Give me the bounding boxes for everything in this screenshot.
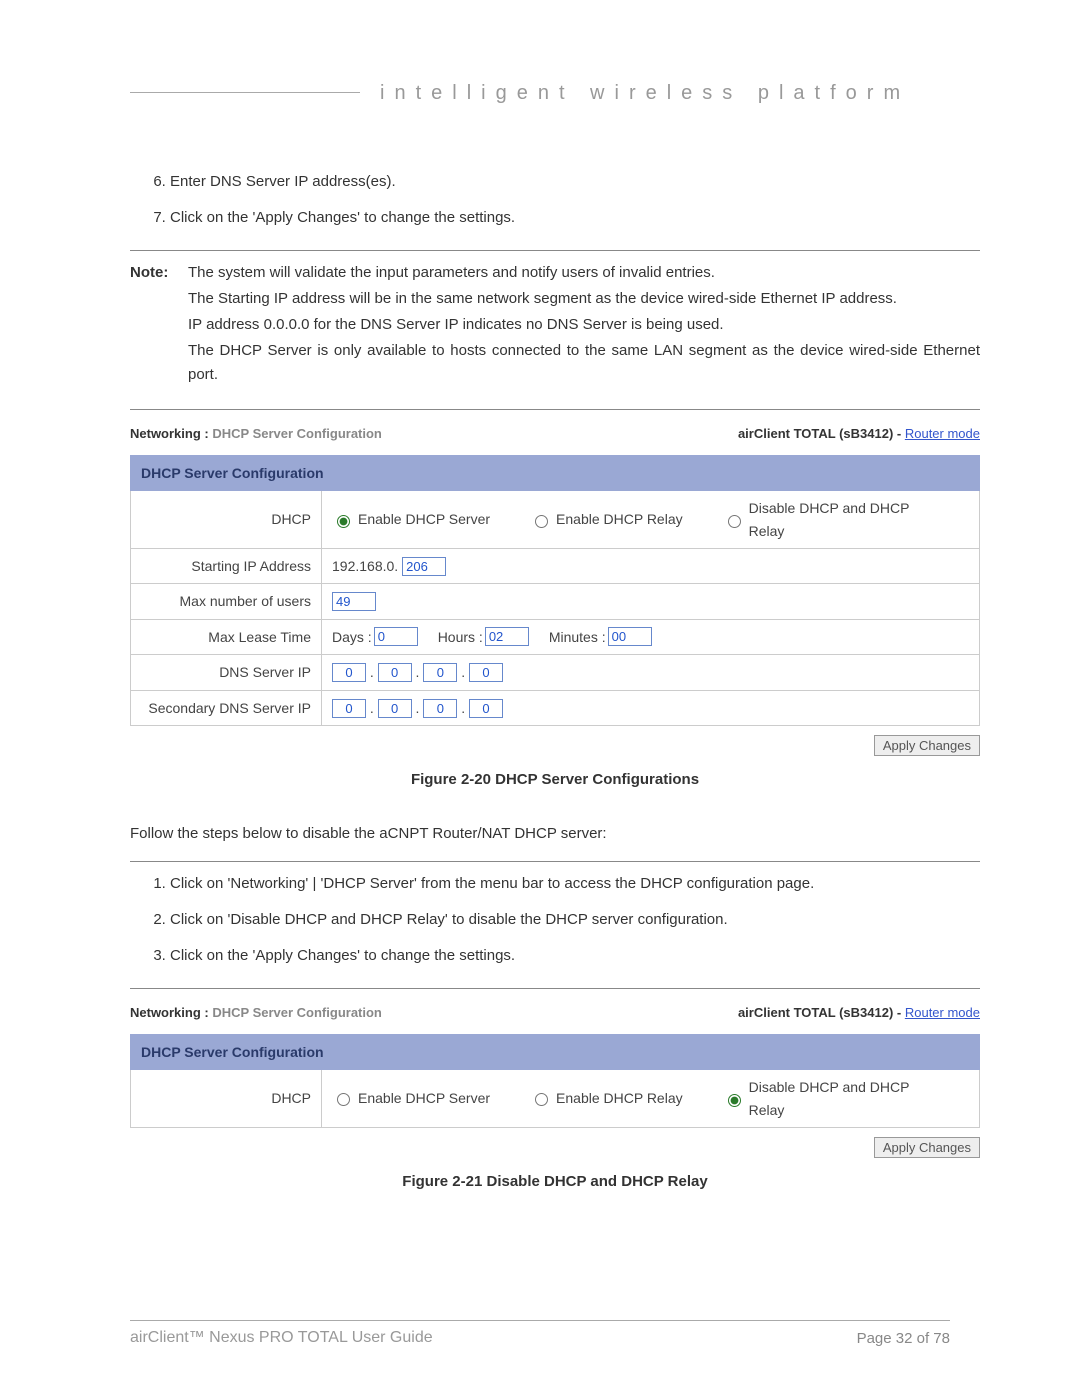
step-text: Click on the 'Apply Changes' to change t… — [170, 209, 515, 226]
radio-disable-dhcp[interactable]: Disable DHCP and DHCP Relay — [723, 497, 923, 542]
breadcrumb-prefix: Networking : — [130, 426, 209, 441]
radio-label: Enable DHCP Server — [358, 1087, 490, 1109]
dns2-oct4[interactable] — [469, 699, 503, 718]
radio-disable-dhcp[interactable]: Disable DHCP and DHCP Relay — [723, 1076, 923, 1121]
figure1-caption: Figure 2-20 DHCP Server Configurations — [130, 768, 980, 792]
row-label-max-users: Max number of users — [131, 584, 322, 619]
step-6: Enter DNS Server IP address(es). — [170, 170, 980, 194]
lease-days-input[interactable] — [374, 627, 418, 646]
figure2-breadcrumb: Networking : DHCP Server Configuration a… — [130, 1003, 980, 1024]
apply-changes-button[interactable]: Apply Changes — [874, 1137, 980, 1158]
dhcp-config-table-2: DHCP Server Configuration DHCP Enable DH… — [130, 1034, 980, 1128]
device-name: airClient TOTAL (sB3412) — [738, 426, 893, 441]
row-label-starting-ip: Starting IP Address — [131, 548, 322, 583]
note-line: The DHCP Server is only available to hos… — [188, 339, 980, 387]
footer-title: airClient™ Nexus PRO TOTAL User Guide — [130, 1329, 433, 1347]
divider — [130, 861, 980, 862]
note-label: Note: — [130, 261, 188, 389]
dns2-oct3[interactable] — [423, 699, 457, 718]
dns-oct3[interactable] — [423, 663, 457, 682]
starting-ip-input[interactable] — [402, 557, 446, 576]
divider — [130, 988, 980, 989]
disable-step-2: Click on 'Disable DHCP and DHCP Relay' t… — [170, 908, 980, 932]
note-line: IP address 0.0.0.0 for the DNS Server IP… — [188, 313, 980, 337]
router-mode-link[interactable]: Router mode — [905, 1005, 980, 1020]
max-users-input[interactable] — [332, 592, 376, 611]
sep: - — [893, 1005, 905, 1020]
dhcp-config-table: DHCP Server Configuration DHCP Enable DH… — [130, 455, 980, 726]
dns-oct4[interactable] — [469, 663, 503, 682]
disable-intro: Follow the steps below to disable the aC… — [130, 822, 980, 846]
breadcrumb-sub: DHCP Server Configuration — [212, 1005, 382, 1020]
divider — [130, 250, 980, 251]
note-line: The Starting IP address will be in the s… — [188, 287, 980, 311]
note-line: The system will validate the input param… — [188, 261, 980, 285]
lease-hours-input[interactable] — [485, 627, 529, 646]
radio-label: Enable DHCP Relay — [556, 1087, 683, 1109]
lease-days-label: Days : — [332, 626, 372, 648]
dns-oct2[interactable] — [378, 663, 412, 682]
row-label-dhcp: DHCP — [131, 491, 322, 549]
figure2-caption: Figure 2-21 Disable DHCP and DHCP Relay — [130, 1170, 980, 1194]
dns2-oct2[interactable] — [378, 699, 412, 718]
breadcrumb-prefix: Networking : — [130, 1005, 209, 1020]
radio-enable-dhcp-relay[interactable]: Enable DHCP Relay — [530, 508, 683, 530]
table-header: DHCP Server Configuration — [131, 1034, 980, 1069]
page-footer: airClient™ Nexus PRO TOTAL User Guide Pa… — [130, 1320, 950, 1347]
row-label-dns: DNS Server IP — [131, 655, 322, 690]
header-tagline: intelligent wireless platform — [360, 82, 950, 105]
radio-enable-dhcp-relay[interactable]: Enable DHCP Relay — [530, 1087, 683, 1109]
sep: - — [893, 426, 905, 441]
row-label-dhcp: DHCP — [131, 1070, 322, 1128]
step-7: Click on the 'Apply Changes' to change t… — [170, 206, 980, 230]
radio-label: Enable DHCP Relay — [556, 508, 683, 530]
lease-minutes-label: Minutes : — [549, 626, 606, 648]
step-text: Click on the 'Apply Changes' to change t… — [170, 947, 515, 964]
router-mode-link[interactable]: Router mode — [905, 426, 980, 441]
disable-step-3: Click on the 'Apply Changes' to change t… — [170, 944, 980, 968]
breadcrumb-sub: DHCP Server Configuration — [212, 426, 382, 441]
apply-changes-button[interactable]: Apply Changes — [874, 735, 980, 756]
note-text: The system will validate the input param… — [188, 261, 980, 389]
dns-oct1[interactable] — [332, 663, 366, 682]
radio-enable-dhcp-server[interactable]: Enable DHCP Server — [332, 1087, 490, 1109]
radio-label: Disable DHCP and DHCP Relay — [749, 1076, 923, 1121]
figure1-breadcrumb: Networking : DHCP Server Configuration a… — [130, 424, 980, 445]
step-text: Enter DNS Server IP address(es). — [170, 173, 396, 190]
note-block: Note: The system will validate the input… — [130, 261, 980, 389]
step-text: Click on 'Disable DHCP and DHCP Relay' t… — [170, 911, 728, 928]
device-name: airClient TOTAL (sB3412) — [738, 1005, 893, 1020]
divider — [130, 409, 980, 410]
radio-enable-dhcp-server[interactable]: Enable DHCP Server — [332, 508, 490, 530]
steps-continued: Enter DNS Server IP address(es). Click o… — [170, 170, 980, 230]
disable-step-1: Click on 'Networking' | 'DHCP Server' fr… — [170, 872, 980, 896]
row-label-max-lease: Max Lease Time — [131, 619, 322, 654]
table-header: DHCP Server Configuration — [131, 455, 980, 490]
radio-label: Enable DHCP Server — [358, 508, 490, 530]
radio-label: Disable DHCP and DHCP Relay — [749, 497, 923, 542]
disable-steps: Click on 'Networking' | 'DHCP Server' fr… — [170, 872, 980, 968]
dns2-oct1[interactable] — [332, 699, 366, 718]
lease-minutes-input[interactable] — [608, 627, 652, 646]
starting-ip-prefix: 192.168.0. — [332, 558, 398, 574]
page-number: Page 32 of 78 — [857, 1330, 950, 1347]
step-text: Click on 'Networking' | 'DHCP Server' fr… — [170, 875, 814, 892]
lease-hours-label: Hours : — [438, 626, 483, 648]
row-label-dns2: Secondary DNS Server IP — [131, 690, 322, 725]
